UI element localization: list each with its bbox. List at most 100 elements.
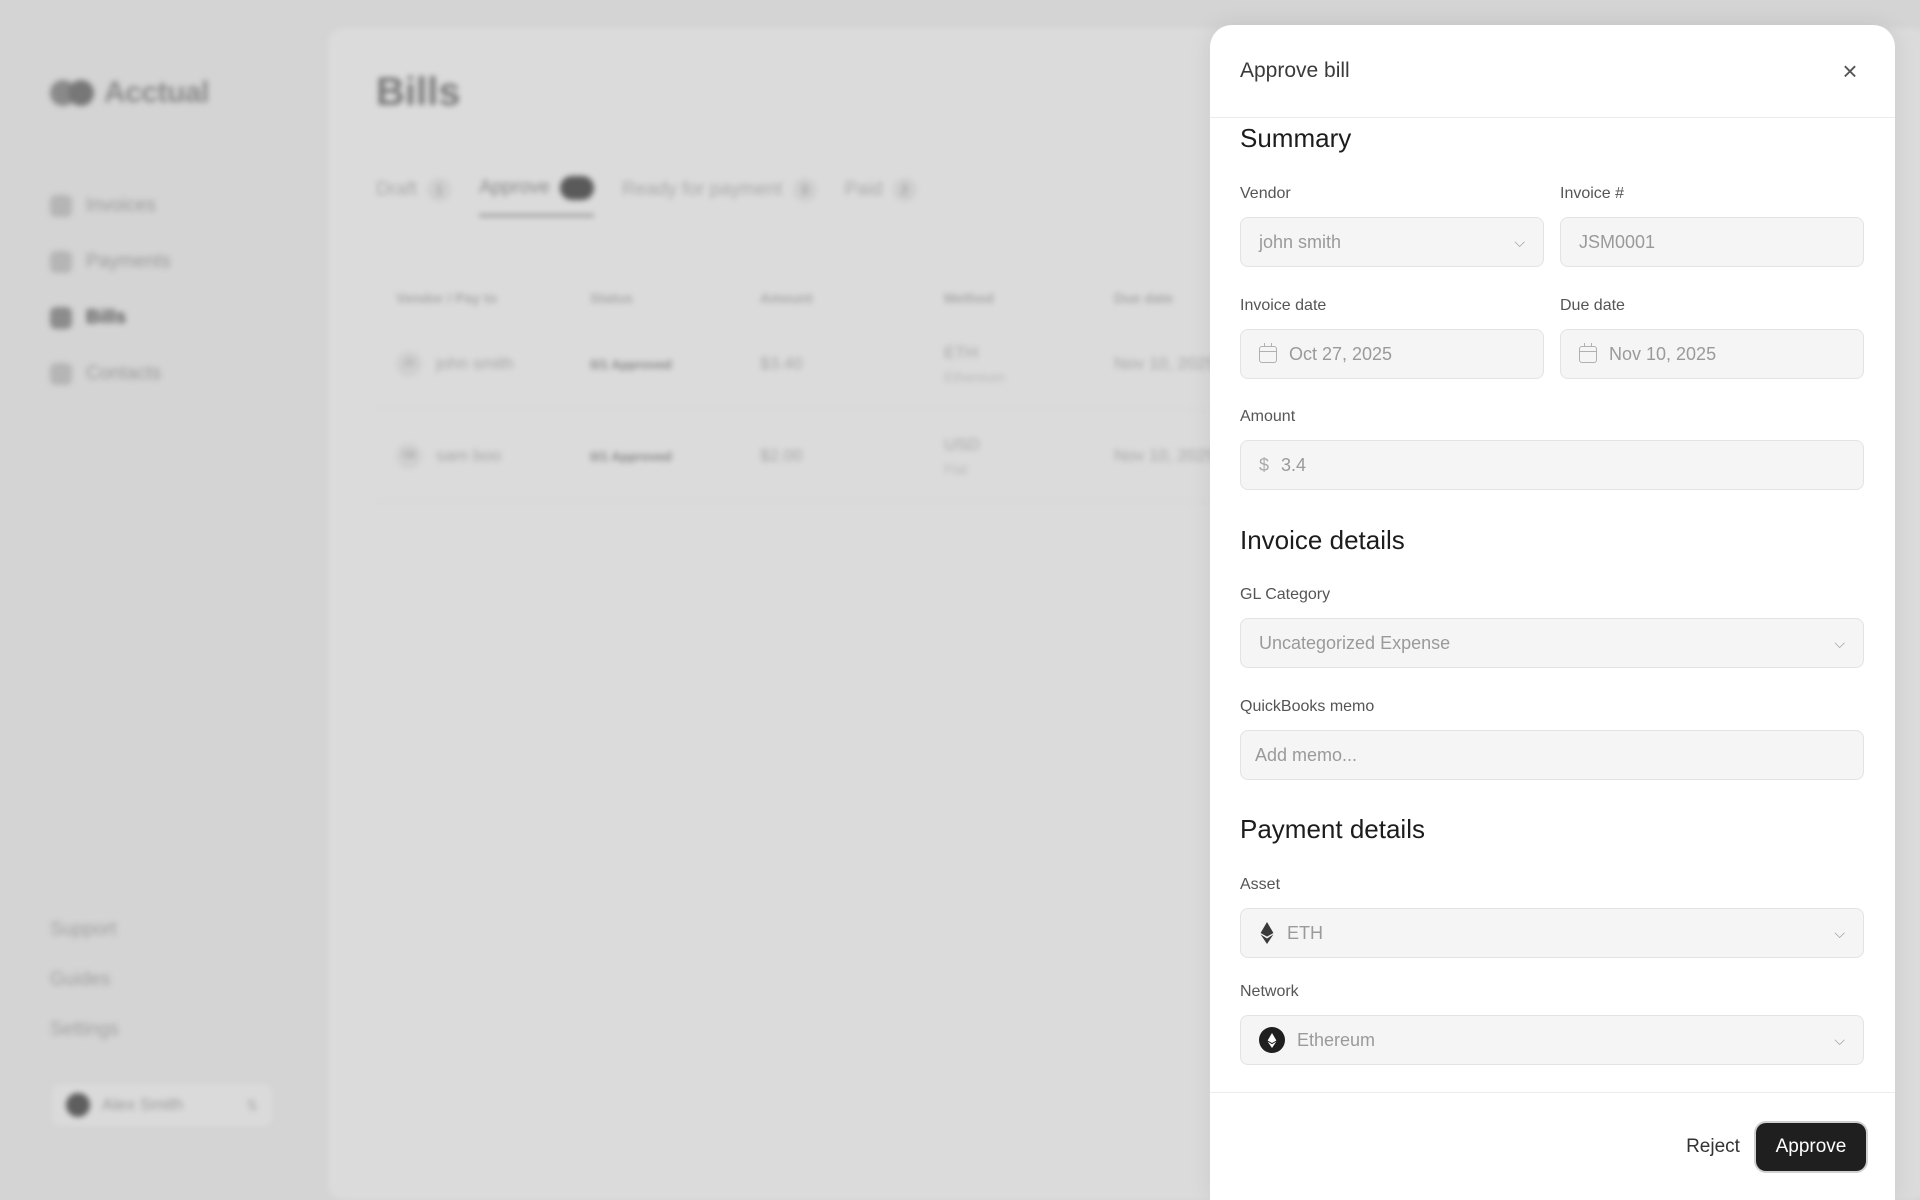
bills-table: Vendor / Pay to Status Amount Method Due…: [376, 278, 1276, 502]
invoice-number-label: Invoice #: [1560, 185, 1625, 202]
amount-cell: $2.00: [760, 445, 803, 465]
chevron-down-icon: ⌵: [1834, 634, 1845, 651]
sidebar: Acctual Invoices Payments Bills Contacts…: [0, 0, 328, 1200]
bill-icon: [50, 307, 72, 329]
method-value: USD: [944, 434, 980, 454]
vendor-avatar: SB: [396, 442, 422, 469]
column-header: Method: [944, 290, 994, 306]
invoice-number-value: JSM0001: [1579, 231, 1656, 252]
tab-label: Approve: [479, 177, 550, 198]
vendor-cell: SB sam boo: [376, 442, 580, 469]
brand-logo: Acctual: [50, 76, 209, 110]
chevron-down-icon: ⌵: [1834, 924, 1845, 941]
invoice-number-field[interactable]: JSM0001: [1560, 217, 1864, 267]
sidebar-item-label: Payments: [86, 251, 171, 272]
sidebar-bottom-nav: Support Guides Settings: [50, 905, 119, 1055]
network-select[interactable]: Ethereum ⌵: [1240, 1015, 1864, 1065]
invoice-date-label: Invoice date: [1240, 297, 1327, 314]
tab-count: 1: [427, 177, 452, 202]
tab-label: Draft: [376, 178, 418, 200]
tab-count: 2: [892, 177, 917, 202]
quickbooks-memo-input[interactable]: Add memo...: [1240, 730, 1864, 780]
sidebar-item-payments[interactable]: Payments: [50, 234, 170, 290]
amount-cell: $3.40: [760, 353, 803, 373]
calendar-icon: [1579, 342, 1597, 363]
sidebar-item-bills[interactable]: Bills: [50, 290, 170, 346]
tab-count: 3: [792, 177, 817, 202]
approve-bill-panel: Approve bill × Summary Vendor john smith…: [1210, 25, 1895, 1200]
sidebar-item-invoices[interactable]: Invoices: [50, 178, 170, 234]
logo-icon: [50, 80, 96, 106]
sidebar-item-support[interactable]: Support: [50, 905, 119, 955]
summary-title: Summary: [1240, 123, 1352, 153]
asset-select[interactable]: ETH ⌵: [1240, 908, 1864, 958]
column-header: Amount: [760, 290, 813, 306]
quickbooks-memo-label: QuickBooks memo: [1240, 698, 1375, 715]
gl-category-label: GL Category: [1240, 586, 1331, 603]
user-name: Alex Smith: [102, 1095, 184, 1114]
panel-header: Approve bill ×: [1210, 25, 1895, 118]
chevron-down-icon: ⌵: [1834, 1031, 1845, 1048]
gl-category-value: Uncategorized Expense: [1259, 632, 1451, 653]
method-network: Fiat: [944, 460, 968, 477]
asset-value: ETH: [1287, 922, 1323, 943]
gl-category-select[interactable]: Uncategorized Expense ⌵: [1240, 618, 1864, 668]
method-network: Ethereum: [944, 368, 1005, 385]
ethereum-network-icon: [1259, 1027, 1285, 1053]
chevron-updown-icon: ⇅: [246, 1096, 258, 1113]
chevron-down-icon: ⌵: [1514, 233, 1525, 250]
calendar-icon: [1259, 342, 1277, 363]
asset-label: Asset: [1240, 876, 1281, 893]
tab-ready-for-payment[interactable]: Ready for payment 3: [622, 176, 817, 217]
amount-value: 3.4: [1281, 454, 1307, 475]
panel-footer: Reject Approve: [1210, 1092, 1895, 1200]
user-menu[interactable]: Alex Smith ⇅: [52, 1084, 272, 1126]
tab-approve[interactable]: Approve: [479, 176, 594, 217]
bills-tabs: Draft 1 Approve Ready for payment 3 Paid…: [376, 176, 917, 217]
amount-label: Amount: [1240, 408, 1296, 425]
status-badge: 0/1 Approved: [590, 448, 672, 464]
amount-field[interactable]: $ 3.4: [1240, 440, 1864, 490]
invoice-date-field[interactable]: Oct 27, 2025: [1240, 329, 1544, 379]
tab-label: Paid: [844, 178, 883, 200]
due-date-value: Nov 10, 2025: [1609, 343, 1717, 364]
vendor-cell: JS john smith: [376, 350, 580, 377]
reject-button[interactable]: Reject: [1658, 1123, 1768, 1171]
invoice-icon: [50, 195, 72, 217]
method-cell: USD Fiat: [944, 435, 1114, 477]
table-row[interactable]: SB sam boo 0/1 Approved $2.00 USD Fiat N…: [376, 410, 1276, 502]
close-icon[interactable]: ×: [1835, 56, 1865, 86]
due-date-field[interactable]: Nov 10, 2025: [1560, 329, 1864, 379]
sidebar-item-guides[interactable]: Guides: [50, 955, 119, 1005]
due-date-label: Due date: [1560, 297, 1625, 314]
payment-icon: [50, 251, 72, 273]
vendor-label: Vendor: [1240, 185, 1291, 202]
payment-details-title: Payment details: [1240, 814, 1425, 844]
ethereum-icon: [1260, 922, 1274, 944]
tab-paid[interactable]: Paid 2: [845, 176, 917, 217]
status-badge: 0/1 Approved: [590, 356, 672, 372]
sidebar-item-contacts[interactable]: Contacts: [50, 346, 170, 402]
method-value: ETH: [944, 342, 978, 362]
vendor-avatar: JS: [396, 350, 422, 377]
status-cell: 0/1 Approved: [580, 354, 760, 374]
tab-count: [559, 176, 594, 200]
contacts-icon: [50, 363, 72, 385]
approve-button[interactable]: Approve: [1756, 1123, 1866, 1171]
table-header: Vendor / Pay to Status Amount Method Due…: [376, 278, 1276, 318]
sidebar-item-label: Bills: [86, 307, 127, 328]
memo-placeholder: Add memo...: [1255, 744, 1358, 765]
dollar-icon: $: [1259, 454, 1270, 475]
sidebar-nav: Invoices Payments Bills Contacts: [50, 178, 170, 402]
sidebar-item-settings[interactable]: Settings: [50, 1005, 119, 1055]
status-cell: 0/1 Approved: [580, 446, 760, 466]
invoice-details-title: Invoice details: [1240, 525, 1405, 555]
table-row[interactable]: JS john smith 0/1 Approved $3.40 ETH Eth…: [376, 318, 1276, 410]
panel-title: Approve bill: [1240, 59, 1350, 82]
vendor-select[interactable]: john smith ⌵: [1240, 217, 1544, 267]
tab-draft[interactable]: Draft 1: [376, 176, 452, 217]
sidebar-item-label: Invoices: [86, 195, 156, 216]
vendor-value: john smith: [1259, 231, 1342, 252]
network-label: Network: [1240, 983, 1299, 1000]
method-cell: ETH Ethereum: [944, 343, 1114, 385]
